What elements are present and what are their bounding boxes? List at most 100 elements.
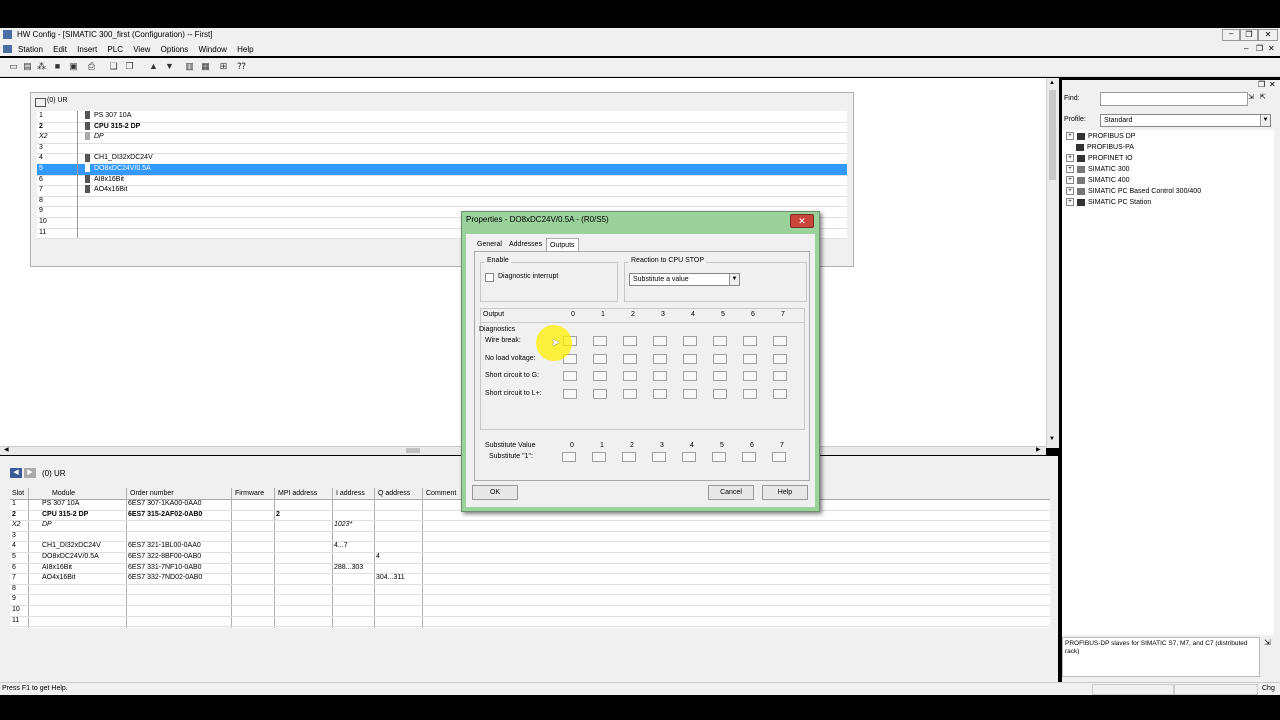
catalog-info-icon[interactable]: ⇲: [1264, 638, 1271, 647]
help-button[interactable]: Help: [762, 485, 808, 500]
substitute-checkbox[interactable]: [622, 452, 636, 462]
tree-item-profibus-pa[interactable]: PROFIBUS-PA: [1076, 143, 1134, 153]
diag-checkbox[interactable]: [713, 371, 727, 381]
close-window-button[interactable]: ✕: [1258, 29, 1278, 41]
help-pointer-icon[interactable]: ⁇: [236, 61, 247, 72]
mdi-minimize-icon[interactable]: –: [1244, 44, 1248, 53]
mdi-restore-icon[interactable]: ❐: [1256, 44, 1263, 53]
diag-checkbox[interactable]: [713, 336, 727, 346]
diag-checkbox[interactable]: [683, 336, 697, 346]
substitute-checkbox[interactable]: [712, 452, 726, 462]
tree-item-simatic-300[interactable]: + SIMATIC 300: [1066, 165, 1130, 175]
diag-checkbox[interactable]: [593, 336, 607, 346]
tree-item-simatic-pc-based[interactable]: + SIMATIC PC Based Control 300/400: [1066, 187, 1201, 197]
profile-select[interactable]: Standard ▼: [1100, 114, 1271, 127]
open-icon[interactable]: ▤: [22, 61, 33, 72]
substitute-checkbox[interactable]: [562, 452, 576, 462]
substitute-checkbox[interactable]: [682, 452, 696, 462]
diag-checkbox[interactable]: [653, 336, 667, 346]
menu-edit[interactable]: Edit: [53, 45, 67, 54]
copy-icon[interactable]: ❏: [108, 61, 119, 72]
diag-checkbox[interactable]: [773, 336, 787, 346]
menu-window[interactable]: Window: [198, 45, 226, 54]
diag-checkbox[interactable]: [713, 388, 727, 399]
find-prev-icon[interactable]: ⇱: [1260, 93, 1266, 101]
diag-checkbox[interactable]: [653, 388, 667, 399]
new-icon[interactable]: ▭: [8, 61, 19, 72]
menu-station[interactable]: Station: [18, 45, 43, 54]
tree-item-simatic-400[interactable]: + SIMATIC 400: [1066, 176, 1130, 186]
col-q-address[interactable]: Q address: [378, 488, 410, 499]
mdi-close-icon[interactable]: ✕: [1268, 44, 1275, 53]
substitute-checkbox[interactable]: [742, 452, 756, 462]
restore-button[interactable]: ❐: [1240, 29, 1258, 41]
station-vertical-scrollbar[interactable]: ▲ ▼: [1046, 78, 1059, 448]
menu-help[interactable]: Help: [237, 45, 253, 54]
nav-back-icon[interactable]: ◀: [10, 468, 22, 478]
diag-checkbox[interactable]: [743, 388, 757, 399]
diag-checkbox[interactable]: [563, 388, 577, 399]
diag-checkbox[interactable]: [743, 353, 757, 364]
diagnostic-interrupt-checkbox[interactable]: [485, 273, 494, 282]
diag-checkbox[interactable]: [563, 371, 577, 381]
download-icon[interactable]: ▲: [148, 61, 159, 72]
minimize-button[interactable]: –: [1222, 29, 1240, 41]
diag-checkbox[interactable]: [683, 353, 697, 364]
save-compile-icon[interactable]: ▣: [68, 61, 79, 72]
overview-icon[interactable]: ▦: [200, 61, 211, 72]
reaction-select[interactable]: Substitute a value ▼: [629, 273, 740, 286]
col-slot[interactable]: Slot: [12, 488, 24, 499]
save-icon[interactable]: ■: [52, 61, 63, 72]
diag-checkbox[interactable]: [683, 371, 697, 381]
diag-checkbox[interactable]: [773, 371, 787, 381]
diag-checkbox[interactable]: [593, 353, 607, 364]
col-order-number[interactable]: Order number: [130, 488, 174, 499]
tree-item-profinet-io[interactable]: + PROFINET IO: [1066, 154, 1133, 164]
find-next-icon[interactable]: ⇲: [1248, 93, 1254, 101]
col-mpi-address[interactable]: MPI address: [278, 488, 317, 499]
cancel-button[interactable]: Cancel: [708, 485, 754, 500]
network-icon[interactable]: ⁂: [36, 61, 47, 72]
diag-checkbox[interactable]: [623, 388, 637, 399]
diag-checkbox[interactable]: [743, 371, 757, 381]
find-input[interactable]: [1100, 92, 1248, 106]
catalog-restore-icon[interactable]: ❐: [1258, 80, 1265, 89]
diag-checkbox[interactable]: [623, 336, 637, 346]
col-firmware[interactable]: Firmware: [235, 488, 264, 499]
catalog-close-icon[interactable]: ✕: [1269, 80, 1276, 89]
tab-outputs[interactable]: Outputs: [546, 238, 579, 252]
dialog-close-button[interactable]: ✕: [790, 214, 814, 228]
diag-checkbox[interactable]: [623, 371, 637, 381]
tab-addresses[interactable]: Addresses: [506, 238, 545, 251]
catalog-icon[interactable]: ▥: [184, 61, 195, 72]
substitute-checkbox[interactable]: [592, 452, 606, 462]
diag-checkbox[interactable]: [773, 388, 787, 399]
col-i-address[interactable]: I address: [336, 488, 365, 499]
menu-view[interactable]: View: [133, 45, 150, 54]
ok-button[interactable]: OK: [472, 485, 518, 500]
tree-item-simatic-pc-station[interactable]: + SIMATIC PC Station: [1066, 198, 1151, 208]
tab-general[interactable]: General: [474, 238, 505, 251]
diag-checkbox[interactable]: [743, 336, 757, 346]
diag-checkbox[interactable]: [713, 353, 727, 364]
col-module[interactable]: Module: [52, 488, 75, 499]
diag-checkbox[interactable]: [623, 353, 637, 364]
tree-item-profibus-dp[interactable]: + PROFIBUS DP: [1066, 132, 1135, 142]
diag-checkbox[interactable]: [653, 371, 667, 381]
print-icon[interactable]: ⎙: [86, 61, 97, 72]
substitute-checkbox[interactable]: [772, 452, 786, 462]
menu-plc[interactable]: PLC: [107, 45, 123, 54]
diag-checkbox[interactable]: [593, 388, 607, 399]
diag-checkbox[interactable]: [683, 388, 697, 399]
col-comment[interactable]: Comment: [426, 488, 456, 499]
menu-options[interactable]: Options: [161, 45, 189, 54]
netpro-icon[interactable]: ⊞: [218, 61, 229, 72]
menu-insert[interactable]: Insert: [77, 45, 97, 54]
diag-checkbox[interactable]: [773, 353, 787, 364]
diag-checkbox[interactable]: [593, 371, 607, 381]
upload-icon[interactable]: ▼: [164, 61, 175, 72]
diag-checkbox[interactable]: [653, 353, 667, 364]
substitute-checkbox[interactable]: [652, 452, 666, 462]
paste-icon[interactable]: ❐: [124, 61, 135, 72]
table-row[interactable]: 11: [10, 616, 1050, 628]
